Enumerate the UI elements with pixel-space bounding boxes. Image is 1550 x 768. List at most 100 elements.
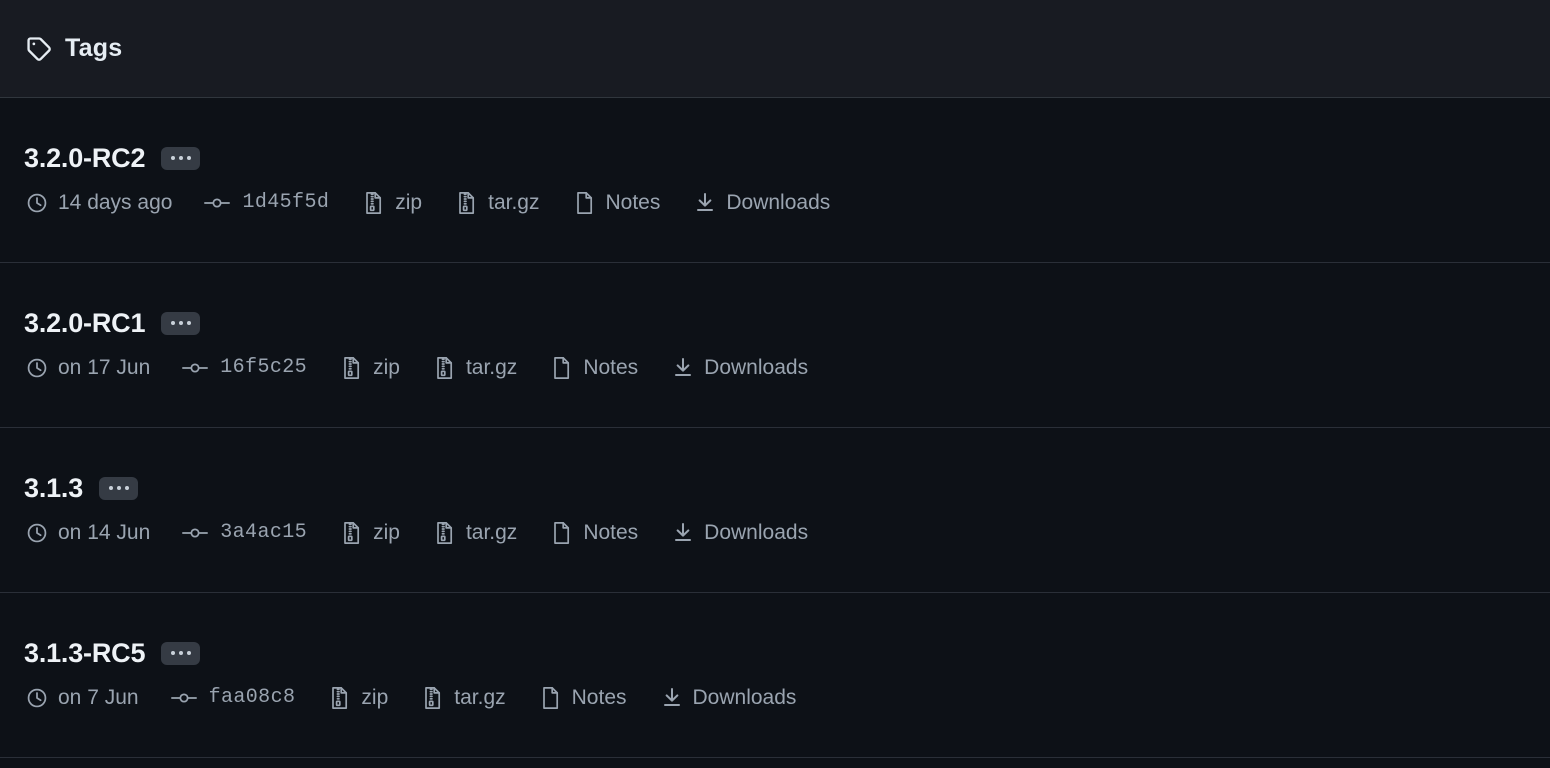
tag-downloads-link[interactable]: Downloads xyxy=(692,190,830,216)
tag-targz-link[interactable]: tar.gz xyxy=(432,520,517,546)
tag-title-line: 3.1.3 xyxy=(24,474,1526,502)
tag-targz-link[interactable]: tar.gz xyxy=(420,685,506,711)
file-zip-icon xyxy=(339,355,365,381)
tag-targz-link[interactable]: tar.gz xyxy=(454,190,540,216)
tag-notes-link[interactable]: Notes xyxy=(538,685,627,711)
tag-meta: on 7 Jun faa08c8 zip tar.gz Notes Downlo… xyxy=(24,685,1526,711)
file-zip-icon xyxy=(432,520,458,546)
git-commit-icon xyxy=(182,520,209,546)
tag-downloads-label[interactable]: Downloads xyxy=(693,687,797,708)
tag-downloads-label[interactable]: Downloads xyxy=(726,192,830,213)
kebab-menu-button[interactable] xyxy=(161,146,201,170)
tag-targz-label[interactable]: tar.gz xyxy=(488,192,539,213)
tag-row[interactable]: 3.2.0-RC2 14 days ago 1d45f5d zip tar.gz… xyxy=(0,98,1550,263)
tag-downloads-link[interactable]: Downloads xyxy=(670,355,808,381)
tag-commit[interactable]: 16f5c25 xyxy=(182,355,307,381)
page-title: Tags xyxy=(65,34,123,62)
tag-date-text: 14 days ago xyxy=(58,191,173,214)
tag-commit[interactable]: 1d45f5d xyxy=(204,190,329,216)
tag-commit-sha[interactable]: 3a4ac15 xyxy=(220,522,307,543)
file-zip-icon xyxy=(420,685,446,711)
tag-meta: 14 days ago 1d45f5d zip tar.gz Notes Dow… xyxy=(24,190,1526,216)
tag-list: 3.2.0-RC2 14 days ago 1d45f5d zip tar.gz… xyxy=(0,98,1550,758)
file-zip-icon xyxy=(339,520,365,546)
tag-notes-link[interactable]: Notes xyxy=(549,520,638,546)
tag-notes-label[interactable]: Notes xyxy=(583,522,638,543)
file-zip-icon xyxy=(432,355,458,381)
tag-name[interactable]: 3.2.0-RC2 xyxy=(24,144,145,172)
file-icon xyxy=(572,190,598,216)
tag-targz-label[interactable]: tar.gz xyxy=(466,522,517,543)
kebab-menu-button[interactable] xyxy=(161,311,201,335)
tag-row[interactable]: 3.2.0-RC1 on 17 Jun 16f5c25 zip tar.gz N… xyxy=(0,263,1550,428)
tag-commit-sha[interactable]: 16f5c25 xyxy=(220,357,307,378)
tag-downloads-label[interactable]: Downloads xyxy=(704,357,808,378)
tag-date-text: on 14 Jun xyxy=(58,521,151,544)
tag-notes-label[interactable]: Notes xyxy=(572,687,627,708)
tag-date-text: on 7 Jun xyxy=(58,686,139,709)
tag-row[interactable]: 3.1.3 on 14 Jun 3a4ac15 zip tar.gz Notes… xyxy=(0,428,1550,593)
clock-icon xyxy=(24,355,50,381)
tag-zip-link[interactable]: zip xyxy=(327,685,388,711)
kebab-dot xyxy=(108,486,113,490)
tag-commit[interactable]: faa08c8 xyxy=(170,685,296,711)
tag-date: on 17 Jun xyxy=(24,355,150,381)
kebab-dot xyxy=(116,486,121,490)
tag-zip-label[interactable]: zip xyxy=(373,522,400,543)
kebab-dot xyxy=(170,156,175,160)
tag-targz-label[interactable]: tar.gz xyxy=(454,687,505,708)
tag-zip-label[interactable]: zip xyxy=(373,357,400,378)
clock-icon xyxy=(24,520,50,546)
tag-downloads-label[interactable]: Downloads xyxy=(704,522,808,543)
tag-title-line: 3.1.3-RC5 xyxy=(24,639,1526,667)
tag-targz-label[interactable]: tar.gz xyxy=(466,357,517,378)
tag-icon xyxy=(24,34,54,64)
file-zip-icon xyxy=(454,190,480,216)
tag-downloads-link[interactable]: Downloads xyxy=(659,685,797,711)
tag-date-text: on 17 Jun xyxy=(58,356,151,379)
file-icon xyxy=(538,685,564,711)
tag-title-line: 3.2.0-RC1 xyxy=(24,309,1526,337)
kebab-dot xyxy=(170,321,175,325)
tag-title-line: 3.2.0-RC2 xyxy=(24,144,1526,172)
tag-commit-sha[interactable]: 1d45f5d xyxy=(242,192,329,213)
tag-date: 14 days ago xyxy=(24,190,172,216)
clock-icon xyxy=(24,685,50,711)
tag-zip-link[interactable]: zip xyxy=(339,355,400,381)
tag-notes-link[interactable]: Notes xyxy=(549,355,638,381)
tag-name[interactable]: 3.2.0-RC1 xyxy=(24,309,145,337)
tag-zip-label[interactable]: zip xyxy=(395,192,422,213)
tag-notes-label[interactable]: Notes xyxy=(583,357,638,378)
clock-icon xyxy=(24,190,50,216)
kebab-menu-button[interactable] xyxy=(161,641,201,665)
tag-notes-link[interactable]: Notes xyxy=(572,190,661,216)
git-commit-icon xyxy=(170,685,197,711)
file-icon xyxy=(549,355,575,381)
tag-meta: on 17 Jun 16f5c25 zip tar.gz Notes Downl… xyxy=(24,355,1526,381)
git-commit-icon xyxy=(204,190,231,216)
kebab-dot xyxy=(186,651,191,655)
file-zip-icon xyxy=(361,190,387,216)
git-commit-icon xyxy=(182,355,209,381)
tag-commit[interactable]: 3a4ac15 xyxy=(182,520,307,546)
tag-date: on 14 Jun xyxy=(24,520,150,546)
kebab-dot xyxy=(186,321,191,325)
tag-name[interactable]: 3.1.3 xyxy=(24,474,83,502)
tag-downloads-link[interactable]: Downloads xyxy=(670,520,808,546)
tag-row[interactable]: 3.1.3-RC5 on 7 Jun faa08c8 zip tar.gz No… xyxy=(0,593,1550,758)
tags-panel: Tags 3.2.0-RC2 14 days ago 1d45f5d zip t… xyxy=(0,0,1550,768)
file-icon xyxy=(549,520,575,546)
tag-targz-link[interactable]: tar.gz xyxy=(432,355,517,381)
tag-commit-sha[interactable]: faa08c8 xyxy=(209,687,296,708)
kebab-dot xyxy=(124,486,129,490)
tags-header: Tags xyxy=(0,0,1550,98)
tag-zip-link[interactable]: zip xyxy=(361,190,422,216)
download-icon xyxy=(692,190,718,216)
tag-notes-label[interactable]: Notes xyxy=(606,192,661,213)
tag-zip-link[interactable]: zip xyxy=(339,520,400,546)
tag-date: on 7 Jun xyxy=(24,685,139,711)
kebab-menu-button[interactable] xyxy=(99,476,139,500)
tag-zip-label[interactable]: zip xyxy=(361,687,388,708)
tag-name[interactable]: 3.1.3-RC5 xyxy=(24,639,145,667)
kebab-dot xyxy=(186,156,191,160)
